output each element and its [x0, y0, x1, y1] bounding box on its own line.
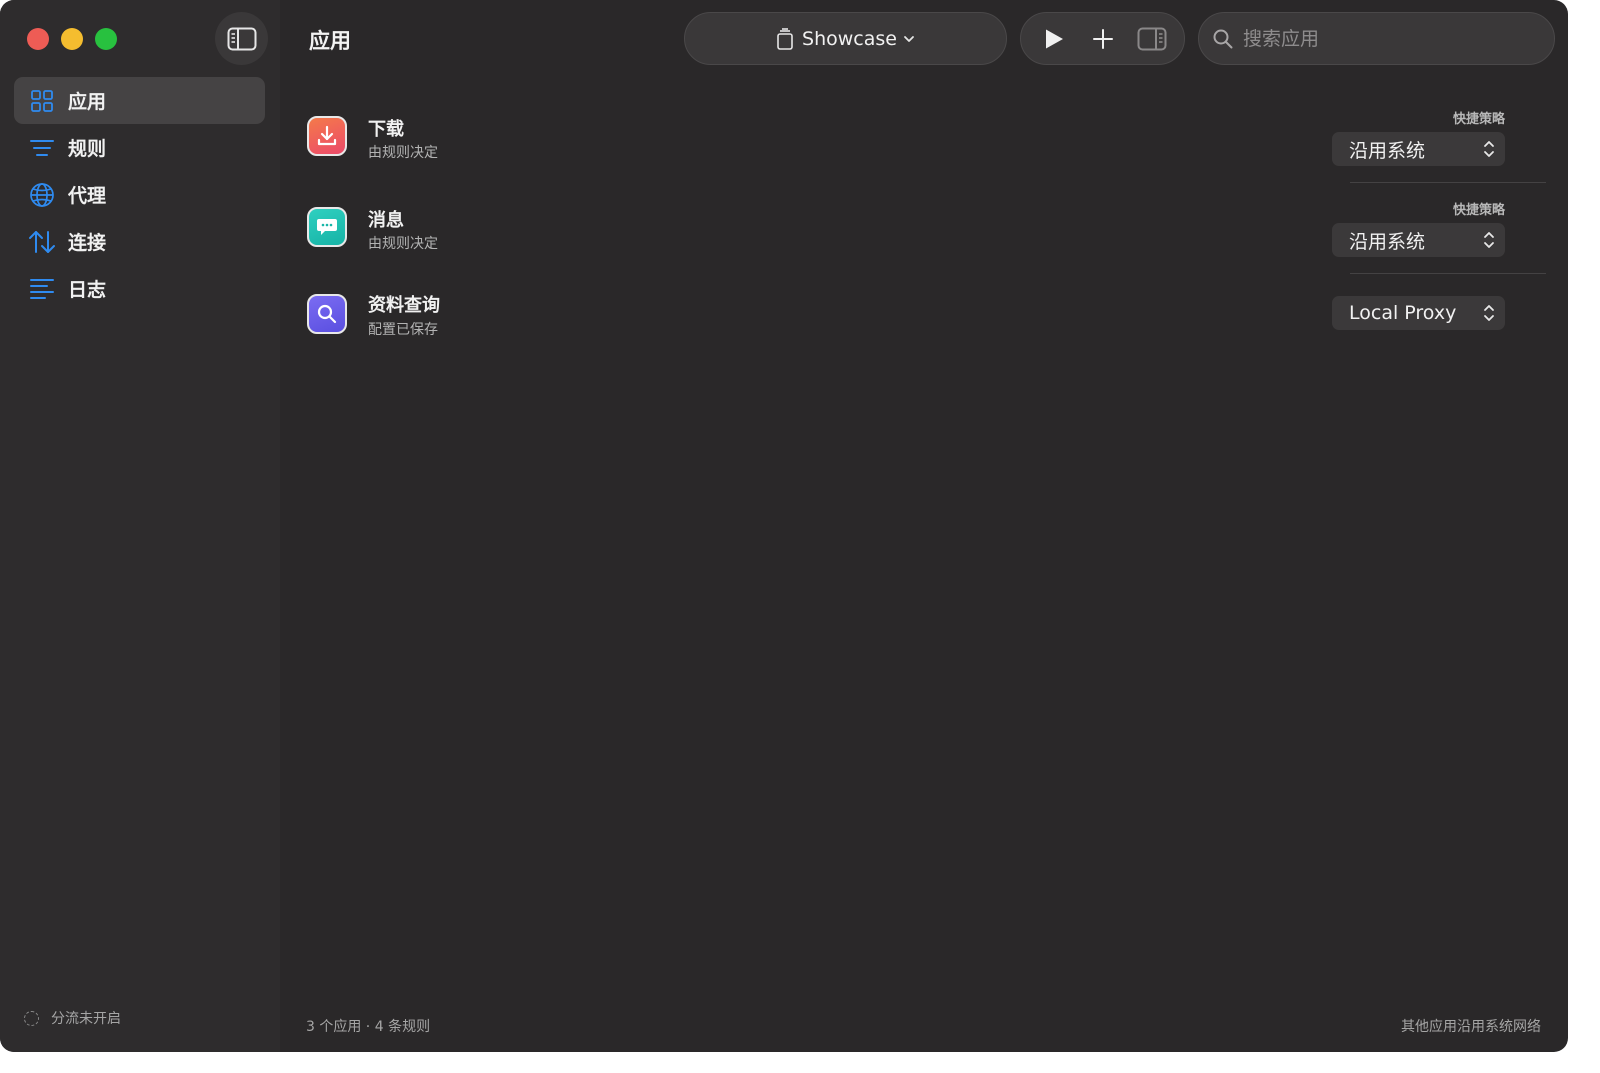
sidebar-item-apps[interactable]: 应用 — [14, 77, 265, 124]
globe-icon — [28, 181, 56, 209]
rules-icon — [28, 134, 56, 162]
footer-summary: 3 个应用 · 4 条规则 — [306, 1019, 431, 1035]
arrows-updown-icon — [28, 228, 56, 256]
list-item: 消息 由规则决定 快捷策略 沿用系统 — [296, 186, 1546, 277]
app-subtitle: 由规则决定 — [368, 236, 438, 252]
updown-chevron-icon — [1484, 232, 1494, 248]
download-icon — [307, 116, 347, 156]
plus-icon — [1092, 28, 1113, 49]
sidebar-nav: 应用 规则 代理 连接 日志 — [14, 77, 265, 312]
status-ring-icon — [24, 1010, 39, 1026]
play-icon — [1045, 29, 1063, 48]
app-name: 资料查询 — [368, 295, 440, 316]
sidebar-item-label: 应用 — [68, 91, 107, 113]
split-status: 分流未开启 — [24, 1008, 121, 1028]
sidebar-icon — [227, 27, 256, 50]
app-name: 下载 — [368, 119, 404, 140]
sidebar-item-rules[interactable]: 规则 — [14, 124, 265, 171]
profile-selector-button[interactable]: Showcase — [684, 12, 1007, 65]
page-title: 应用 — [309, 29, 351, 53]
policy-select[interactable]: Local Proxy — [1332, 296, 1505, 330]
profile-icon — [776, 27, 794, 50]
sidebar: 应用 规则 代理 连接 日志 分流未开启 — [0, 0, 280, 1052]
message-icon — [307, 207, 347, 247]
maximize-window-button[interactable] — [95, 28, 117, 50]
updown-chevron-icon — [1484, 305, 1494, 321]
profile-label: Showcase — [802, 27, 897, 50]
policy-select[interactable]: 沿用系统 — [1332, 132, 1505, 166]
search-field[interactable] — [1198, 12, 1555, 65]
sidebar-item-proxy[interactable]: 代理 — [14, 171, 265, 218]
add-button[interactable] — [1083, 19, 1123, 59]
updown-chevron-icon — [1484, 141, 1494, 157]
minimize-window-button[interactable] — [61, 28, 83, 50]
footer-note: 其他应用沿用系统网络 — [1401, 1019, 1541, 1035]
app-list: 下载 由规则决定 快捷策略 沿用系统 消息 由规则决定 快捷策略 沿用系统 资料… — [296, 95, 1546, 368]
row-divider — [1350, 273, 1546, 274]
sidebar-item-connections[interactable]: 连接 — [14, 218, 265, 265]
start-button[interactable] — [1034, 19, 1074, 59]
chevron-down-icon — [903, 35, 915, 43]
row-divider — [1350, 182, 1546, 183]
search-icon — [1213, 29, 1233, 48]
app-name: 消息 — [368, 210, 404, 231]
policy-value: 沿用系统 — [1349, 230, 1426, 253]
log-icon — [28, 275, 56, 303]
list-item: 下载 由规则决定 快捷策略 沿用系统 — [296, 95, 1546, 186]
close-window-button[interactable] — [27, 28, 49, 50]
app-subtitle: 由规则决定 — [368, 145, 438, 161]
sidebar-item-logs[interactable]: 日志 — [14, 265, 265, 312]
sidebar-item-label: 代理 — [68, 185, 107, 207]
policy-select[interactable]: 沿用系统 — [1332, 223, 1505, 257]
policy-label: 快捷策略 — [1452, 112, 1505, 127]
inspector-toggle-button[interactable] — [1132, 19, 1172, 59]
split-status-text: 分流未开启 — [51, 1011, 121, 1027]
policy-label: 快捷策略 — [1452, 203, 1505, 218]
search-input[interactable] — [1243, 27, 1533, 50]
sidebar-item-label: 连接 — [68, 232, 107, 254]
sidebar-item-label: 日志 — [68, 279, 107, 301]
sidebar-toggle-button[interactable] — [215, 12, 268, 65]
policy-value: 沿用系统 — [1349, 139, 1426, 162]
list-item: 资料查询 配置已保存 Local Proxy — [296, 277, 1546, 368]
sidebar-item-label: 规则 — [68, 138, 107, 160]
policy-value: Local Proxy — [1349, 302, 1457, 324]
app-window: 应用 规则 代理 连接 日志 分流未开启 应用 Showcase 搜索应用 下载… — [0, 0, 1568, 1052]
grid-icon — [28, 87, 56, 115]
app-subtitle: 配置已保存 — [368, 322, 438, 338]
search-app-icon — [307, 294, 347, 334]
toolbar-actions — [1020, 12, 1185, 65]
inspector-icon — [1137, 27, 1166, 50]
